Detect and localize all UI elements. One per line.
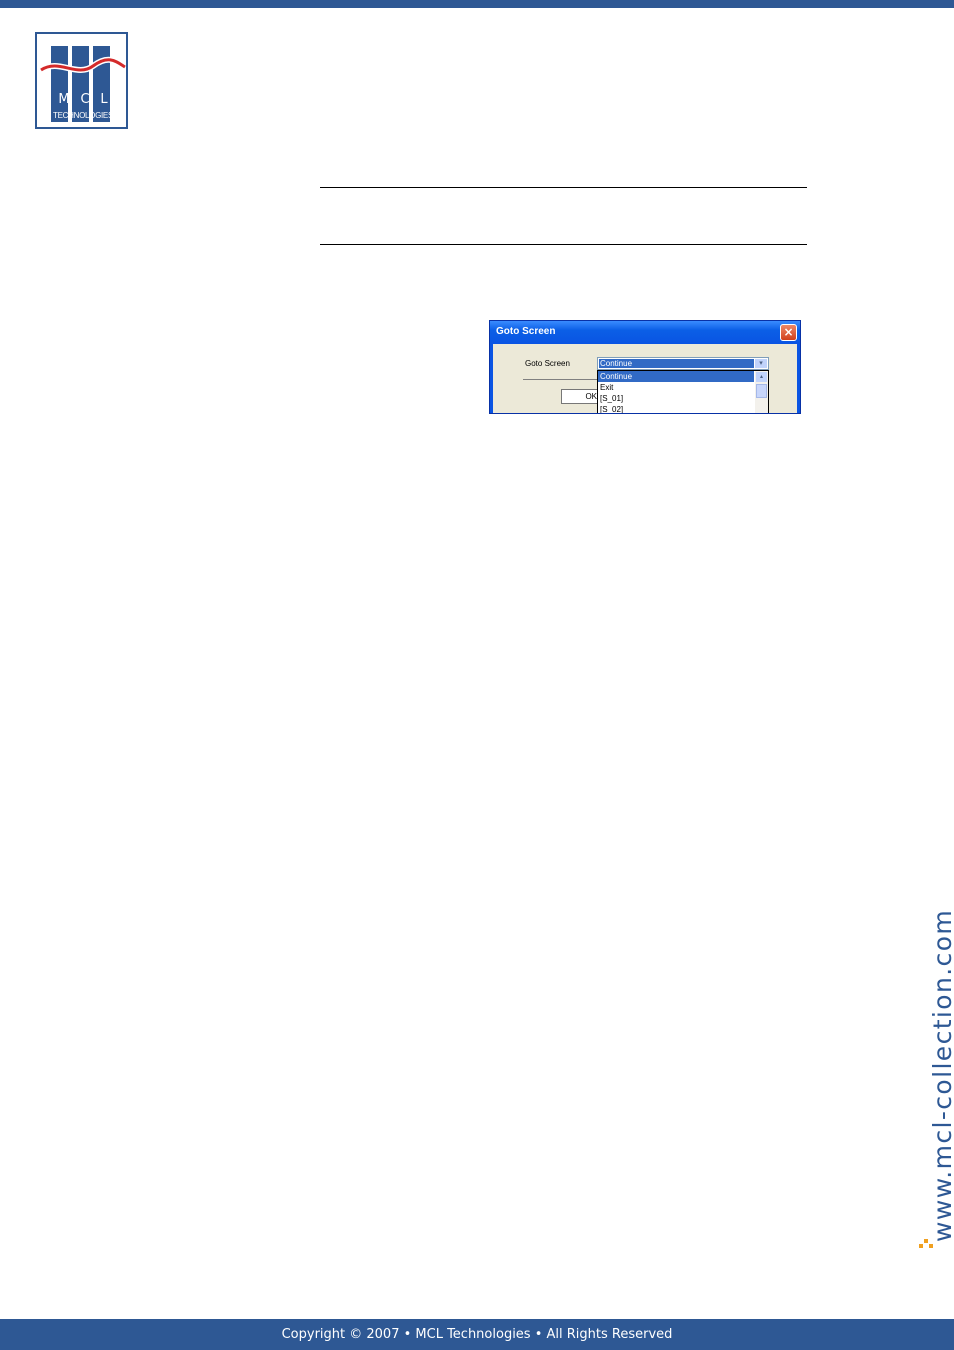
- mcl-logo: M C L TECHNOLOGIES: [35, 32, 128, 129]
- logo-letter-c: C: [80, 92, 90, 107]
- side-url-container: www.mcl-collection.com: [858, 872, 954, 1252]
- selected-value: Continue: [599, 359, 754, 368]
- dialog-body: Goto Screen OK Continue ▾ Continue Exit …: [493, 344, 797, 413]
- goto-screen-dialog: Goto Screen × Goto Screen OK Continue ▾ …: [489, 320, 801, 414]
- logo-letter-l: L: [100, 92, 108, 107]
- dropdown-list: Continue Exit [S_01] [S_02] ▴: [597, 370, 769, 413]
- scroll-up-icon[interactable]: ▴: [756, 372, 767, 382]
- ok-button[interactable]: OK: [561, 389, 601, 404]
- logo-letter-m: M: [58, 92, 70, 107]
- bottom-rule: [320, 244, 807, 245]
- copyright-text: Copyright © 2007 • MCL Technologies • Al…: [281, 1327, 673, 1342]
- dots-icon: [919, 1239, 933, 1248]
- goto-screen-select[interactable]: Continue ▾: [597, 357, 769, 370]
- option-exit[interactable]: Exit: [598, 382, 754, 393]
- option-s-01[interactable]: [S_01]: [598, 393, 754, 404]
- option-s-02[interactable]: [S_02]: [598, 404, 754, 413]
- option-continue[interactable]: Continue: [598, 371, 754, 382]
- website-url: www.mcl-collection.com: [928, 908, 954, 1242]
- chevron-down-icon[interactable]: ▾: [755, 359, 767, 368]
- separator-line: [523, 379, 598, 380]
- scroll-thumb[interactable]: [756, 384, 767, 398]
- top-bar: [0, 0, 954, 8]
- list-scrollbar[interactable]: ▴: [755, 371, 768, 413]
- top-rule: [320, 187, 807, 188]
- dialog-titlebar[interactable]: Goto Screen ×: [490, 321, 800, 344]
- logo-subtitle: TECHNOLOGIES: [53, 111, 113, 120]
- logo-letters: M C L: [53, 92, 113, 107]
- goto-screen-label: Goto Screen: [525, 359, 570, 368]
- dialog-title: Goto Screen: [496, 326, 556, 337]
- footer: Copyright © 2007 • MCL Technologies • Al…: [0, 1319, 954, 1350]
- close-icon[interactable]: ×: [780, 324, 797, 341]
